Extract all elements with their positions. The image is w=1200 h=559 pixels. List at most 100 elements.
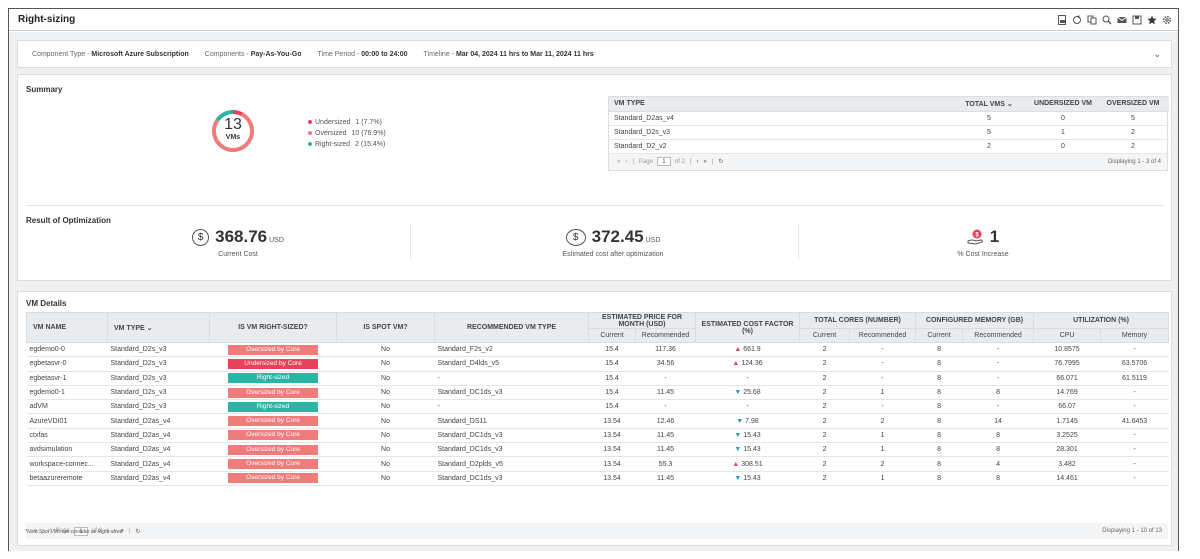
- right-sized-cell: Undersized by Core: [209, 356, 337, 372]
- col-est-price[interactable]: ESTIMATED PRICE FOR MONTH (USD): [587, 312, 697, 329]
- cores-current-cell: 2: [799, 456, 850, 472]
- mem-recommended-cell: 14: [962, 413, 1034, 429]
- donut-segment-undersized[interactable]: [232, 110, 243, 116]
- mem-recommended-cell: -: [962, 399, 1034, 415]
- price-recommended-cell: -: [635, 371, 696, 386]
- spot-vm-cell: No: [336, 385, 435, 401]
- col-util-memory[interactable]: Memory: [1100, 328, 1170, 343]
- dollar-icon: $: [192, 228, 210, 246]
- col-vm-type[interactable]: VM TYPE: [609, 97, 949, 112]
- col-cpu[interactable]: CPU: [1033, 328, 1102, 343]
- table-row[interactable]: ctxfas Standard_D2as_v4 Oversized by Core N…: [26, 428, 1169, 444]
- cost-factor-cell: ▼ 15.43: [695, 428, 800, 444]
- cost-factor-cell: ▼ 15.43: [695, 471, 800, 486]
- table-row[interactable]: Standard_D2_v2 2 0 2: [609, 139, 1169, 154]
- col-cores-recommended[interactable]: Recommended: [849, 328, 917, 343]
- first-page-icon[interactable]: «: [617, 159, 620, 165]
- estimated-cost-value: 372.45: [591, 227, 644, 246]
- col-memory[interactable]: CONFIGURED MEMORY (GB): [915, 312, 1035, 329]
- table-row[interactable]: Standard_D2s_v3 5 1 2: [609, 125, 1169, 140]
- table-row[interactable]: betaazureremote Standard_D2as_v4 Oversized…: [26, 471, 1169, 486]
- vm-type-cell: Standard_D2as_v4: [107, 428, 210, 444]
- money-calculator-icon: $: [565, 228, 586, 246]
- price-current-cell: 15.4: [588, 356, 636, 372]
- table-row[interactable]: adVM Standard_D2s_v3 Right-sized No -15.4- -2…: [26, 399, 1169, 415]
- sort-icon[interactable]: ⌄: [1007, 101, 1013, 108]
- cores-current-cell: 2: [799, 342, 850, 358]
- right-sizing-window: Right-sizing Component Type - Microsoft …: [8, 8, 1179, 551]
- col-mem-current[interactable]: Current: [915, 328, 964, 343]
- table-row[interactable]: AzureVDI01 Standard_D2as_v4 Oversized by C…: [26, 413, 1169, 429]
- col-undersized-vm[interactable]: UNDERSIZED VM: [1029, 97, 1097, 112]
- util-memory-cell: -: [1100, 471, 1169, 486]
- status-badge: Right-sized: [228, 373, 318, 384]
- title-bar: Right-sizing: [9, 9, 1178, 31]
- vm-type-cell: Standard_D2s_v3: [107, 342, 210, 358]
- table-row[interactable]: egdemo0-1 Standard_D2s_v3 Oversized by Cor…: [26, 385, 1169, 401]
- filter-components: Components - Pay-As-You-Go: [204, 50, 302, 58]
- cores-current-cell: 2: [799, 371, 850, 386]
- table-row[interactable]: avdsimulation Standard_D2as_v4 Oversized b…: [26, 442, 1169, 458]
- table-row[interactable]: egdemo0-0 Standard_D2s_v3 Oversized by Cor…: [26, 342, 1169, 358]
- cores-recommended-cell: 1: [849, 428, 916, 444]
- col-cost-factor[interactable]: ESTIMATED COST FACTOR (%): [695, 312, 801, 343]
- divider: [798, 223, 799, 259]
- col-mem-recommended[interactable]: Recommended: [962, 328, 1035, 343]
- copy-icon[interactable]: [1086, 14, 1097, 25]
- zoom-icon[interactable]: [1101, 14, 1112, 25]
- col-price-recommended[interactable]: Recommended: [634, 328, 697, 343]
- mem-recommended-cell: 8: [962, 428, 1034, 444]
- refresh-icon[interactable]: ↻: [718, 158, 723, 165]
- table-row[interactable]: Standard_D2as_v4 5 0 5: [609, 111, 1169, 126]
- optimization-panel: Result of Optimization $368.76 USD Curren…: [17, 205, 1172, 281]
- settings-icon[interactable]: [1161, 14, 1172, 25]
- status-badge: Oversized by Core: [228, 387, 318, 398]
- col-total-cores[interactable]: TOTAL CORES (NUMBER): [799, 312, 917, 329]
- right-sized-cell: Right-sized: [209, 371, 337, 386]
- table-row[interactable]: egbetasvr-1 Standard_D2s_v3 Right-sized No -…: [26, 371, 1169, 386]
- cost-increase-value: 1: [989, 227, 1000, 246]
- cost-factor-value: 15.43: [743, 431, 761, 439]
- vm-donut-chart: 13 VMs: [211, 109, 255, 153]
- sort-icon[interactable]: ⌄: [147, 325, 153, 332]
- col-spot-vm[interactable]: IS SPOT VM?: [336, 312, 435, 343]
- last-page-icon[interactable]: »: [704, 159, 707, 165]
- price-current-cell: 15.4: [588, 371, 636, 386]
- table-row[interactable]: egbetasvr-0 Standard_D2s_v3 Undersized by …: [26, 356, 1169, 372]
- col-right-sized[interactable]: IS VM RIGHT-SIZED?: [209, 312, 337, 343]
- next-page-icon[interactable]: ›: [697, 159, 699, 165]
- col-cores-current[interactable]: Current: [799, 328, 851, 343]
- util-memory-cell: -: [1100, 428, 1169, 444]
- filter-bar[interactable]: Component Type - Microsoft Azure Subscri…: [17, 40, 1172, 68]
- current-cost-value: 368.76: [215, 227, 268, 246]
- spot-vm-cell: No: [336, 442, 435, 458]
- col-oversized-vm[interactable]: OVERSIZED VM: [1097, 97, 1169, 112]
- right-sized-cell: Oversized by Core: [209, 428, 337, 444]
- vm-name-cell: egbetasvr-1: [26, 371, 108, 386]
- email-icon[interactable]: [1116, 14, 1127, 25]
- table-row[interactable]: workspace-connec... Standard_D2as_v4 Overs…: [26, 456, 1169, 472]
- col-vm-name[interactable]: VM NAME: [26, 312, 108, 343]
- divider: [410, 223, 411, 259]
- refresh-icon[interactable]: [1071, 14, 1082, 25]
- favorite-star-icon[interactable]: [1146, 14, 1157, 25]
- mem-recommended-cell: 8: [962, 385, 1034, 401]
- save-icon[interactable]: [1131, 14, 1142, 25]
- export-pdf-icon[interactable]: [1056, 14, 1067, 25]
- chevron-down-icon[interactable]: ⌄: [1153, 49, 1161, 60]
- page-input[interactable]: 1: [656, 157, 671, 166]
- undersized-cell: 0: [1029, 139, 1097, 154]
- spot-vm-cell: No: [336, 356, 435, 372]
- col-recommended-type[interactable]: RECOMMENDED VM TYPE: [434, 312, 589, 343]
- estimated-cost-label: Estimated cost after optimization: [562, 251, 664, 258]
- prev-page-icon[interactable]: ‹: [625, 159, 627, 165]
- mem-current-cell: 8: [915, 399, 963, 415]
- col-price-current[interactable]: Current: [588, 328, 636, 343]
- undersized-dot: [308, 120, 312, 125]
- refresh-icon[interactable]: ↻: [135, 528, 140, 535]
- cores-current-cell: 2: [799, 413, 850, 429]
- col-vm-type[interactable]: VM TYPE ⌄: [107, 312, 210, 343]
- col-utilization[interactable]: UTILIZATION (%): [1033, 312, 1170, 329]
- col-total-vms[interactable]: TOTAL VMS ⌄: [949, 97, 1029, 112]
- filter-timeline: Timeline - Mar 04, 2024 11 hrs to Mar 11…: [423, 50, 594, 58]
